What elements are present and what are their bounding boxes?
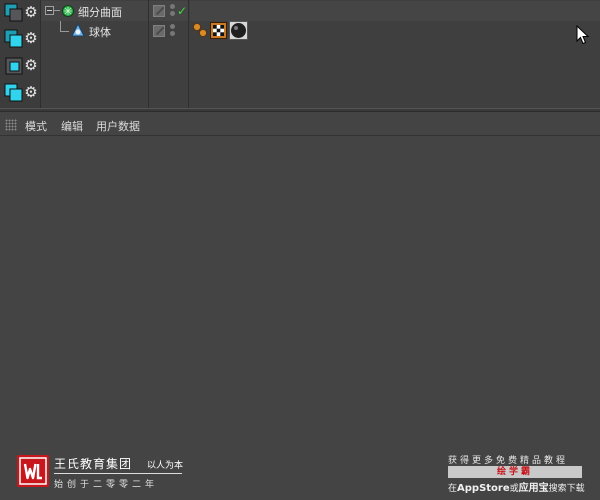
enabled-check-icon[interactable]: ✓ xyxy=(177,5,187,17)
tree-connector xyxy=(60,31,69,32)
cube-stack-icon xyxy=(4,29,23,48)
attribute-manager-menubar: 模式 编辑 用户数据 xyxy=(0,114,600,136)
menu-edit[interactable]: 编辑 xyxy=(61,118,83,134)
attribute-manager-body xyxy=(0,137,600,500)
brand-watermark-right: 获得更多免费精品教程 绘学霸 在AppStore或应用宝搜索下载 xyxy=(446,453,586,494)
object-tags-column xyxy=(190,0,600,108)
tool-button-3[interactable]: ⚙ xyxy=(2,53,40,79)
promo-store: 应用宝 xyxy=(518,483,549,494)
subdivision-surface-icon xyxy=(62,5,74,17)
promo-prefix: 在 xyxy=(448,484,458,494)
layer-toggle[interactable] xyxy=(153,5,165,17)
tree-connector xyxy=(60,21,61,31)
cube-stack-icon xyxy=(4,3,23,22)
object-manager: 细分曲面 球体 ✓ xyxy=(41,0,600,108)
object-flags-column: ✓ xyxy=(149,0,189,108)
tag-row xyxy=(190,21,600,41)
left-tool-strip: ⚙ ⚙ ⚙ ⚙ xyxy=(0,0,41,108)
visibility-dots[interactable] xyxy=(170,4,176,18)
panel-divider[interactable] xyxy=(0,108,600,112)
tag-row xyxy=(190,1,600,21)
brand-since: 始创于二零零二年 xyxy=(54,480,159,490)
gear-icon[interactable]: ⚙ xyxy=(23,57,39,73)
promo-line-3: 在AppStore或应用宝搜索下载 xyxy=(448,479,585,494)
brand-watermark-left: 王氏教育集团 以人为本 始创于二零零二年 xyxy=(17,455,197,491)
gear-icon[interactable]: ⚙ xyxy=(23,30,39,46)
tool-button-4[interactable]: ⚙ xyxy=(2,80,40,106)
object-row-subdivision[interactable]: 细分曲面 xyxy=(41,1,148,21)
cube-inset-icon xyxy=(5,57,23,75)
promo-app-name: 绘学霸 xyxy=(448,466,582,478)
promo-suffix: 搜索下载 xyxy=(548,484,585,494)
tree-connector xyxy=(54,10,60,11)
brand-slogan: 以人为本 xyxy=(147,461,184,471)
object-name[interactable]: 球体 xyxy=(89,24,111,40)
menu-user-data[interactable]: 用户数据 xyxy=(96,118,140,134)
menu-mode[interactable]: 模式 xyxy=(25,118,47,134)
texture-tag-icon[interactable] xyxy=(210,22,227,39)
sphere-icon xyxy=(71,23,85,37)
material-tag-icon[interactable] xyxy=(229,21,248,40)
brand-divider xyxy=(54,473,182,474)
tool-button-2[interactable]: ⚙ xyxy=(2,26,40,52)
visibility-dots[interactable] xyxy=(170,24,176,38)
tool-button-1[interactable]: ⚙ xyxy=(2,0,40,26)
brand-logo-icon xyxy=(17,455,49,487)
phong-tag-icon[interactable] xyxy=(192,22,208,38)
gear-icon[interactable]: ⚙ xyxy=(23,84,39,100)
object-row-sphere[interactable]: 球体 xyxy=(41,21,148,41)
object-name[interactable]: 细分曲面 xyxy=(78,4,122,20)
collapse-toggle[interactable] xyxy=(45,6,54,15)
brand-title: 王氏教育集团 xyxy=(54,457,133,471)
object-tree: 细分曲面 球体 xyxy=(41,0,149,108)
gear-icon[interactable]: ⚙ xyxy=(23,4,39,20)
promo-or: 或 xyxy=(509,484,519,494)
mouse-cursor-icon xyxy=(576,25,590,45)
flag-row xyxy=(149,21,188,41)
panel-grip-icon[interactable] xyxy=(5,119,17,131)
layer-toggle[interactable] xyxy=(153,25,165,37)
promo-line-1: 获得更多免费精品教程 xyxy=(448,456,569,466)
cube-stack-icon xyxy=(4,83,23,102)
promo-appstore: AppStore xyxy=(457,483,510,494)
flag-row: ✓ xyxy=(149,1,188,21)
